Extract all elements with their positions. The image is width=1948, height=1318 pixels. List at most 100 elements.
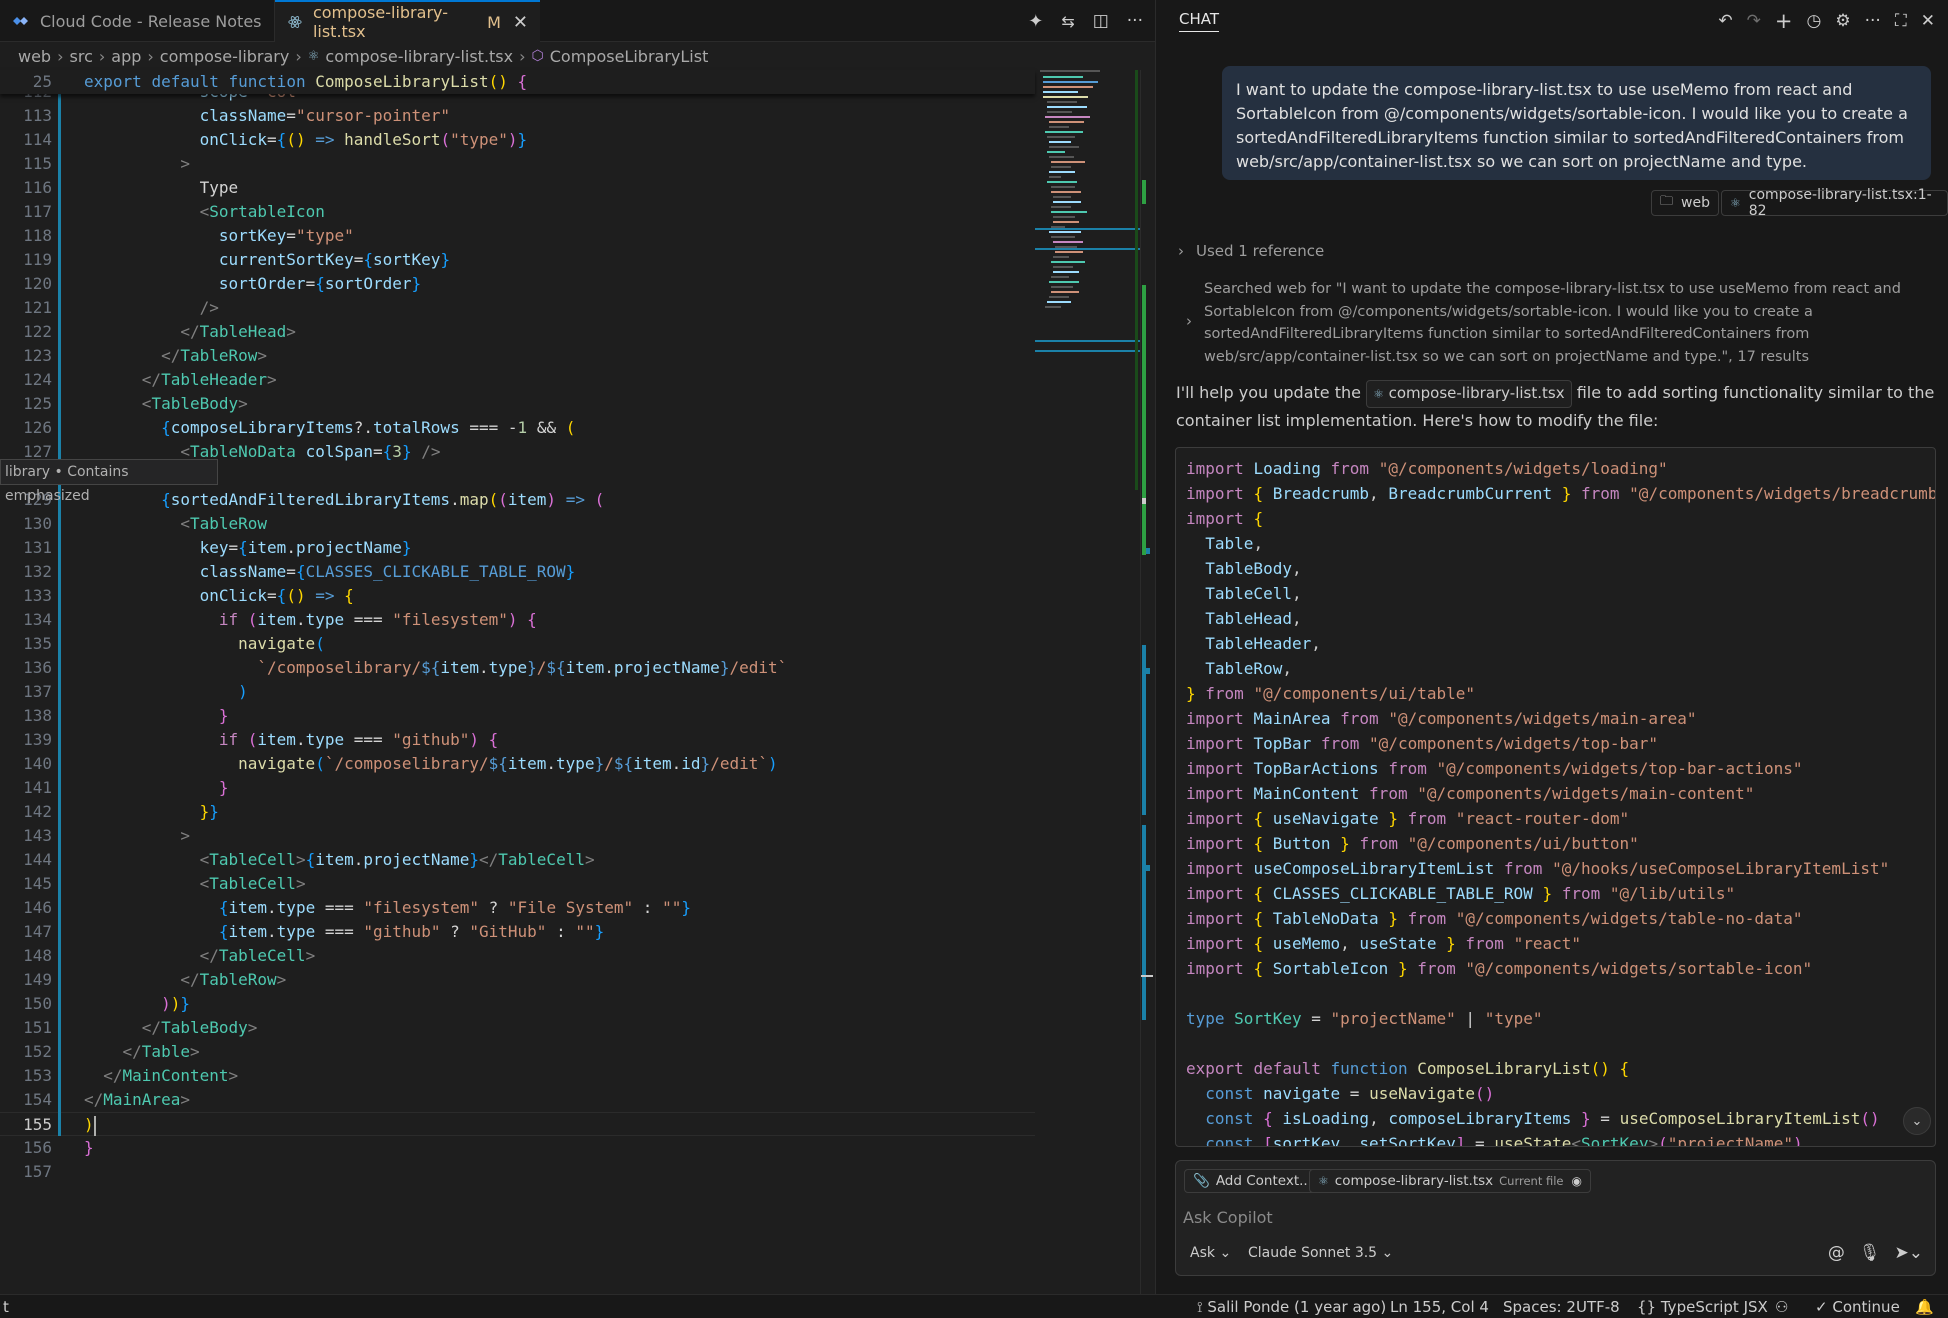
code-line: 141 } (23, 778, 229, 797)
editor-tab-bar: Cloud Code - Release Notes compose-libra… (0, 0, 1155, 42)
react-file-icon: ⚛ (1318, 1174, 1329, 1188)
file-reference-chip[interactable]: ⚛ compose-library-list.tsx (1366, 380, 1572, 408)
cloud-code-icon (13, 17, 28, 25)
breadcrumb-item[interactable]: ComposeLibraryList (550, 47, 709, 66)
code-block[interactable]: import Loading from "@/components/widget… (1175, 447, 1936, 1147)
code-line: 115 > (23, 154, 190, 173)
code-line: 119 currentSortKey={sortKey} (23, 250, 451, 269)
code-line: 116 Type (23, 178, 239, 197)
code-line: import TopBarActions from "@/components/… (1186, 759, 1803, 778)
microphone-icon[interactable]: 🎙 (1859, 1243, 1881, 1263)
editor-scrollbar[interactable] (1140, 70, 1154, 1305)
code-line: 145 <TableCell> (23, 874, 306, 893)
breadcrumb: web › src › app › compose-library › ⚛ compos… (0, 42, 1155, 70)
language-mode[interactable]: {} TypeScript JSX (1637, 1295, 1768, 1318)
code-line: 126 {composeLibraryItems?.totalRows === … (23, 418, 576, 437)
react-file-icon: ⚛ (1730, 196, 1741, 210)
model-dropdown[interactable]: Claude Sonnet 3.5 ⌄ (1248, 1245, 1393, 1261)
code-line: 151 </TableBody> (23, 1018, 258, 1037)
code-line: 153 </MainContent> (23, 1066, 239, 1085)
send-icon[interactable]: ➤⌄ (1895, 1243, 1924, 1263)
breadcrumb-item[interactable]: compose-library (160, 47, 290, 66)
sparkle-icon[interactable]: ✦ (1028, 11, 1043, 32)
more-icon[interactable]: ··· (1865, 11, 1881, 31)
context-chip-file[interactable]: ⚛ compose-library-list.tsx:1-82 (1721, 187, 1948, 219)
continue-label: Continue (1832, 1298, 1900, 1316)
code-line: 117 <SortableIcon (23, 202, 325, 221)
code-line: 121 /> (23, 298, 219, 317)
code-line: TableCell, (1205, 584, 1302, 603)
used-references-toggle[interactable]: › Used 1 reference (1178, 242, 1324, 260)
continue-status[interactable]: ✓ Continue (1815, 1295, 1900, 1318)
code-line: 147 {item.type === "github" ? "GitHub" :… (23, 922, 605, 941)
code-line: 143 > (23, 826, 190, 845)
new-chat-icon[interactable]: + (1775, 9, 1793, 33)
encoding[interactable]: UTF-8 (1576, 1295, 1620, 1318)
undo-icon[interactable]: ↶ (1718, 11, 1732, 31)
chat-header: CHAT ↶ ↷ + ◷ ⚙ ··· ⛶ ✕ (1156, 0, 1948, 42)
tab-compose-library-list[interactable]: compose-library-list.tsx M ✕ (275, 0, 540, 42)
more-actions-icon[interactable]: ··· (1127, 11, 1143, 31)
context-chip-folder[interactable]: 🗀 web (1651, 190, 1719, 216)
scroll-down-button[interactable]: ⌄ (1903, 1107, 1931, 1135)
chat-title[interactable]: CHAT (1179, 10, 1220, 32)
code-line: import { (1186, 509, 1264, 528)
tab-release-notes[interactable]: Cloud Code - Release Notes (0, 0, 275, 42)
code-line: 120 sortOrder={sortOrder} (23, 274, 422, 293)
sticky-scroll-line[interactable]: 25 export default function ComposeLibrary… (0, 70, 1035, 94)
compare-changes-icon[interactable]: ⇆ (1061, 12, 1074, 31)
add-context-button[interactable]: 📎 Add Context... (1184, 1169, 1321, 1193)
code-line: 149 </TableRow> (23, 970, 287, 989)
code-line: 144 <TableCell>{item.projectName}</Table… (23, 850, 595, 869)
maximize-icon[interactable]: ⛶ (1895, 11, 1907, 31)
chip-note: Current file (1499, 1174, 1564, 1188)
close-tab-icon[interactable]: ✕ (513, 12, 528, 33)
git-blame-status[interactable]: ⟟ Salil Ponde (1 year ago) (1197, 1295, 1386, 1318)
chat-input[interactable]: Ask Copilot (1183, 1205, 1923, 1231)
code-line: import useComposeLibraryItemList from "@… (1186, 859, 1890, 878)
code-editor[interactable]: 112 scope="col" 113 className="cursor-po… (0, 80, 1140, 1294)
git-commit-icon: ⟟ (1197, 1298, 1208, 1316)
code-line: 123 </TableRow> (23, 346, 268, 365)
code-line: TableHeader, (1205, 634, 1321, 653)
status-left[interactable]: t (3, 1295, 9, 1318)
current-file-chip[interactable]: ⚛ compose-library-list.tsx Current file … (1309, 1169, 1591, 1193)
history-icon[interactable]: ◷ (1807, 11, 1822, 31)
code-line: 130 <TableRow (23, 514, 268, 533)
notifications-bell-icon[interactable]: 🔔 (1915, 1295, 1934, 1318)
copilot-icon[interactable]: ⚇ (1775, 1295, 1788, 1318)
symbol-method-icon: ⬡ (531, 48, 544, 64)
indentation[interactable]: Spaces: 2 (1503, 1295, 1576, 1318)
chevron-right-icon: › (98, 46, 106, 66)
split-editor-icon[interactable]: ◫ (1093, 11, 1109, 31)
chevron-right-icon: › (295, 46, 302, 66)
code-line: import MainArea from "@/components/widge… (1186, 709, 1697, 728)
redo-icon[interactable]: ↷ (1747, 11, 1761, 31)
code-line: 152 </Table> (23, 1042, 200, 1061)
breadcrumb-item[interactable]: app (111, 47, 141, 66)
chevron-right-icon[interactable]: › (1186, 312, 1192, 330)
minimap[interactable] (1035, 70, 1140, 490)
breadcrumb-item[interactable]: compose-library-list.tsx (325, 47, 513, 66)
folder-icon: 🗀 (1660, 194, 1674, 209)
mention-icon[interactable]: @ (1828, 1243, 1845, 1263)
code-line: } from "@/components/ui/table" (1186, 684, 1476, 703)
code-line: 135 navigate( (23, 634, 325, 653)
settings-gear-icon[interactable]: ⚙ (1835, 11, 1850, 31)
language-label: TypeScript JSX (1660, 1298, 1768, 1316)
code-line: import MainContent from "@/components/wi… (1186, 784, 1755, 803)
close-icon[interactable]: ✕ (1921, 11, 1935, 31)
cursor-position[interactable]: Ln 155, Col 4 (1390, 1295, 1489, 1318)
breadcrumb-item[interactable]: src (70, 47, 93, 66)
code-line: export default function ComposeLibraryLi… (1186, 1059, 1630, 1078)
code-line: 133 onClick={() => { (23, 586, 354, 605)
braces-icon: {} (1637, 1298, 1661, 1316)
add-context-label: Add Context... (1215, 1173, 1312, 1189)
code-line: 132 className={CLASSES_CLICKABLE_TABLE_R… (23, 562, 576, 581)
mode-dropdown[interactable]: Ask ⌄ (1190, 1245, 1231, 1261)
blame-label: Salil Ponde (1 year ago) (1207, 1298, 1387, 1316)
text-cursor (93, 1115, 96, 1136)
breadcrumb-item[interactable]: web (18, 47, 51, 66)
code-line: 148 </TableCell> (23, 946, 316, 965)
eye-icon[interactable]: ◉ (1572, 1174, 1582, 1188)
